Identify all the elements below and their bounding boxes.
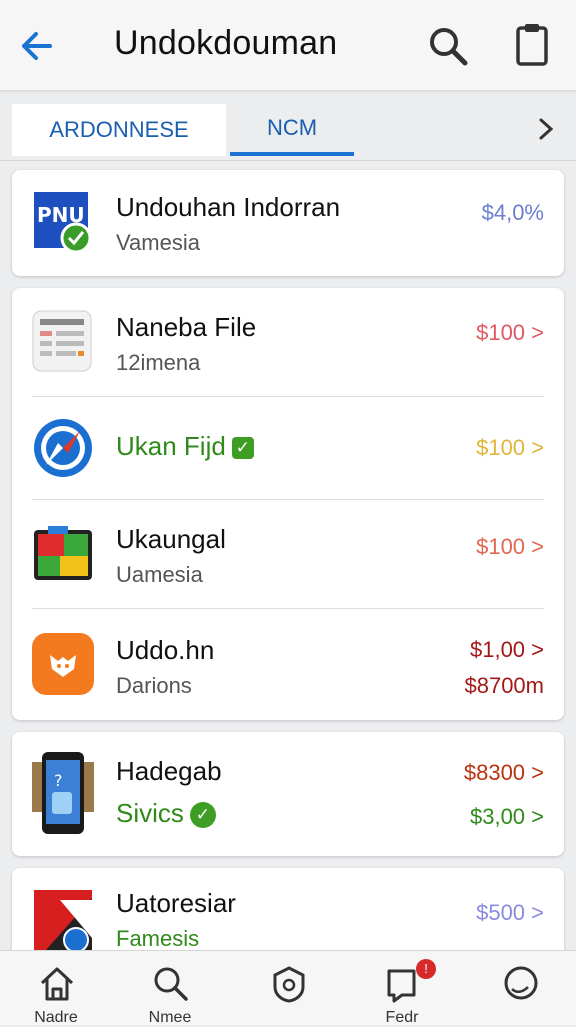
- item-name: Ukan Fijd ✓: [116, 431, 254, 462]
- item-price: $100 >: [476, 320, 544, 345]
- nav-label: Nadre: [34, 1009, 78, 1026]
- list-card: Naneba File 12imena $100 > Ukan Fijd ✓ $1…: [12, 288, 564, 720]
- red-flag-icon: [34, 890, 92, 950]
- item-price: $100 >: [476, 534, 544, 559]
- page-title: Undokdouman: [114, 24, 338, 62]
- item-name: Hadegab: [116, 756, 222, 786]
- shield-icon: [273, 966, 305, 1003]
- item-name: Undouhan Indorran: [116, 192, 341, 222]
- item-name: Uddo.hn: [116, 635, 215, 665]
- svg-text:?: ?: [54, 771, 63, 790]
- item-name: Naneba File: [116, 312, 257, 342]
- home-icon: [40, 967, 74, 1001]
- app-blue-check-icon: PNU: [34, 192, 92, 254]
- nav-home[interactable]: Nadre: [6, 951, 106, 1026]
- item-price: $8300 >: [463, 760, 544, 785]
- nav-shield[interactable]: [238, 951, 338, 1025]
- tab-ncm[interactable]: NCM: [230, 104, 354, 156]
- item-name: Uatoresiar: [116, 888, 236, 918]
- item-price: $500 >: [476, 900, 544, 925]
- nav-search[interactable]: Nmee: [120, 951, 220, 1026]
- item-subtitle: Famesis: [116, 926, 200, 951]
- check-icon: ✓: [189, 802, 216, 829]
- bottom-nav: Nadre Nmee ! Fedr: [0, 950, 576, 1026]
- item-subtitle: 12imena: [116, 350, 201, 375]
- item-price: $1,00 >: [469, 637, 544, 662]
- nav-chat[interactable]: [470, 951, 570, 1025]
- tab-bar: ARDONNESE NCM: [0, 100, 576, 161]
- chevron-right-icon[interactable]: [532, 114, 560, 144]
- nav-label: Nmee: [148, 1009, 192, 1026]
- list-item[interactable]: ? Hadegab Sivics ✓ $8300 > $3,00 >: [12, 732, 564, 856]
- item-subtitle: Vamesia: [116, 230, 200, 255]
- tab-ardonnese[interactable]: ARDONNESE: [12, 104, 226, 156]
- orange-fox-icon: [32, 633, 94, 695]
- list-item[interactable]: Ukaungal Uamesia $100 >: [12, 500, 564, 608]
- item-price: $100 >: [476, 435, 544, 460]
- check-icon: ✓: [231, 437, 254, 460]
- list-card: PNU Undouhan Indorran Vamesia $4,0%: [12, 170, 564, 276]
- search-icon: [154, 967, 188, 1001]
- search-icon[interactable]: [426, 24, 470, 68]
- notification-badge: !: [416, 959, 436, 979]
- nav-bookmarks[interactable]: ! Fedr: [352, 951, 452, 1026]
- arrow-left-icon[interactable]: [16, 26, 56, 66]
- item-price-secondary: $8700m: [464, 673, 544, 698]
- list-item[interactable]: PNU Undouhan Indorran Vamesia $4,0%: [12, 170, 564, 276]
- item-subtitle: Uamesia: [116, 562, 203, 587]
- clipboard-icon[interactable]: [512, 22, 552, 68]
- app-bar: Undokdouman: [0, 0, 576, 91]
- item-price-secondary: $3,00 >: [469, 804, 544, 829]
- colorful-blocks-icon: [34, 526, 92, 580]
- phone-icon: ?: [32, 752, 94, 834]
- nav-label: Fedr: [385, 1009, 419, 1026]
- list-item[interactable]: Uatoresiar Famesis $500 >: [12, 868, 564, 951]
- item-price: $4,0%: [481, 200, 544, 225]
- chat-icon: [504, 966, 538, 1000]
- list-item[interactable]: Naneba File 12imena $100 >: [12, 288, 564, 396]
- item-name: Ukaungal: [116, 524, 226, 554]
- list-item[interactable]: Ukan Fijd ✓ $100 >: [12, 397, 564, 499]
- document-icon: [32, 310, 92, 372]
- list-item[interactable]: Uddo.hn Darions $1,00 > $8700m: [12, 609, 564, 720]
- compass-icon: [34, 419, 92, 477]
- item-subtitle: Sivics ✓: [116, 798, 216, 829]
- list-card: ? Hadegab Sivics ✓ $8300 > $3,00 >: [12, 732, 564, 856]
- item-subtitle: Darions: [116, 673, 192, 698]
